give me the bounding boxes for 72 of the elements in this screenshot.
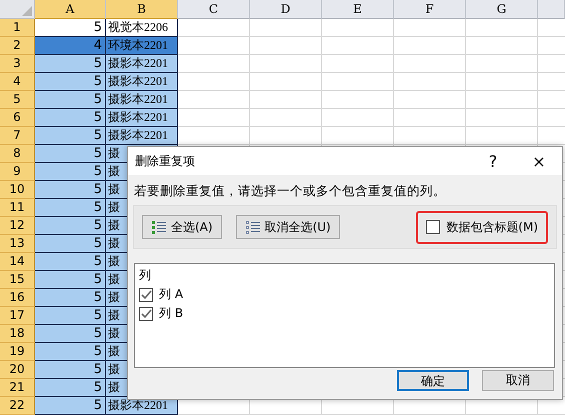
table-cell: 摄影本2201 bbox=[106, 73, 178, 91]
column-header[interactable]: C bbox=[178, 0, 250, 19]
table-cell: 摄影本2201 bbox=[106, 109, 178, 127]
column-header[interactable]: G bbox=[466, 0, 538, 19]
column-header[interactable]: B bbox=[106, 0, 178, 19]
table-cell: 5 bbox=[35, 253, 106, 271]
table-cell: 5 bbox=[35, 199, 106, 217]
check-icon bbox=[140, 308, 152, 319]
row-header[interactable]: 3 bbox=[0, 55, 35, 73]
row-header[interactable]: 18 bbox=[0, 325, 35, 343]
column-header[interactable]: A bbox=[35, 0, 106, 19]
select-all-corner[interactable] bbox=[0, 0, 35, 19]
column-header[interactable]: F bbox=[394, 0, 466, 19]
row-header[interactable]: 12 bbox=[0, 217, 35, 235]
row-header[interactable]: 5 bbox=[0, 91, 35, 109]
table-cell: 5 bbox=[35, 127, 106, 145]
row-header[interactable]: 14 bbox=[0, 253, 35, 271]
row-header[interactable]: 20 bbox=[0, 361, 35, 379]
table-cell: 环境本2201 bbox=[106, 37, 178, 55]
table-cell: 5 bbox=[35, 397, 106, 415]
row-header[interactable]: 1 bbox=[0, 19, 35, 37]
table-cell: 5 bbox=[35, 217, 106, 235]
row-header[interactable]: 22 bbox=[0, 397, 35, 415]
row-header[interactable]: 10 bbox=[0, 181, 35, 199]
table-cell: 5 bbox=[35, 55, 106, 73]
check-icon bbox=[140, 289, 152, 300]
list-icon bbox=[244, 219, 261, 235]
triangle-icon bbox=[22, 6, 32, 16]
table-cell: 5 bbox=[35, 91, 106, 109]
table-cell: 5 bbox=[35, 307, 106, 325]
table-cell: 5 bbox=[35, 181, 106, 199]
table-cell: 5 bbox=[35, 271, 106, 289]
row-header[interactable]: 6 bbox=[0, 109, 35, 127]
table-cell: 5 bbox=[35, 163, 106, 181]
close-button[interactable]: × bbox=[516, 147, 562, 175]
row-header[interactable]: 21 bbox=[0, 379, 35, 397]
row-header[interactable]: 15 bbox=[0, 271, 35, 289]
table-cell: 5 bbox=[35, 19, 106, 37]
row-header[interactable]: 9 bbox=[0, 163, 35, 181]
column-header[interactable]: D bbox=[250, 0, 322, 19]
cancel-button[interactable]: 取消 bbox=[482, 370, 554, 391]
table-cell: 4 bbox=[35, 37, 106, 55]
table-cell: 5 bbox=[35, 379, 106, 397]
column-header[interactable] bbox=[538, 0, 565, 19]
row-header[interactable]: 4 bbox=[0, 73, 35, 91]
table-cell: 5 bbox=[35, 109, 106, 127]
table-cell: 5 bbox=[35, 343, 106, 361]
select-all-button[interactable]: 全选(A) bbox=[142, 215, 222, 239]
row-header[interactable]: 11 bbox=[0, 199, 35, 217]
table-cell: 视觉本2206 bbox=[106, 19, 178, 37]
unselect-all-button[interactable]: 取消全选(U) bbox=[236, 215, 340, 239]
headers-checkbox[interactable]: 数据包含标题(M) bbox=[426, 218, 538, 236]
table-cell: 5 bbox=[35, 325, 106, 343]
row-header[interactable]: 19 bbox=[0, 343, 35, 361]
row-header[interactable]: 16 bbox=[0, 289, 35, 307]
table-cell: 摄影本2201 bbox=[106, 55, 178, 73]
help-button[interactable]: ? bbox=[470, 147, 516, 175]
row-header[interactable]: 13 bbox=[0, 235, 35, 253]
row-header[interactable]: 8 bbox=[0, 145, 35, 163]
table-cell: 5 bbox=[35, 73, 106, 91]
table-cell: 5 bbox=[35, 235, 106, 253]
table-cell: 5 bbox=[35, 289, 106, 307]
checklist-icon bbox=[151, 219, 167, 235]
row-header[interactable]: 2 bbox=[0, 37, 35, 55]
ok-button[interactable]: 确定 bbox=[397, 370, 469, 391]
table-cell: 摄影本2201 bbox=[106, 127, 178, 145]
table-cell: 5 bbox=[35, 361, 106, 379]
table-cell: 5 bbox=[35, 145, 106, 163]
row-header[interactable]: 7 bbox=[0, 127, 35, 145]
row-header[interactable]: 17 bbox=[0, 307, 35, 325]
column-header[interactable]: E bbox=[322, 0, 394, 19]
table-cell: 摄影本2201 bbox=[106, 91, 178, 109]
